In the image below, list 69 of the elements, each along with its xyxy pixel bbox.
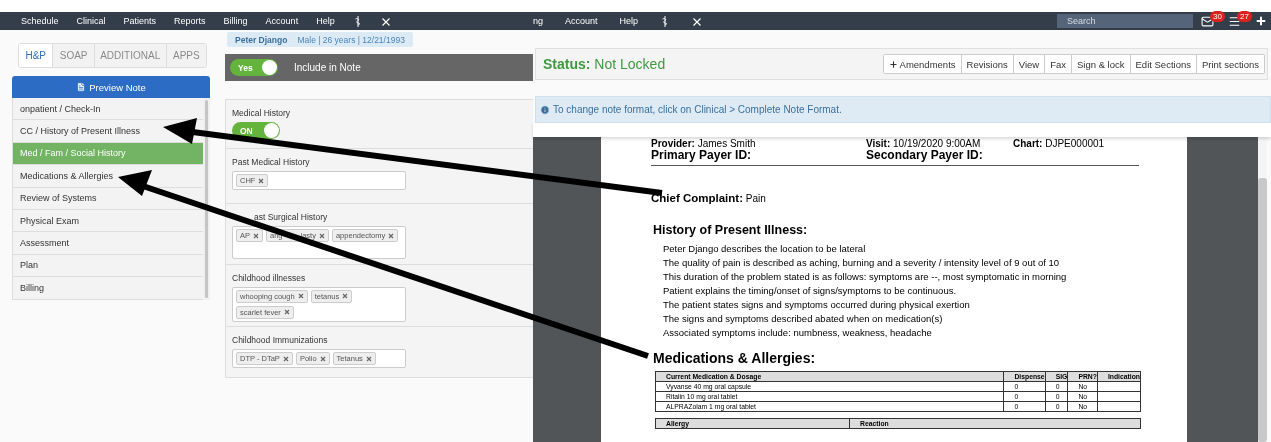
nav-link[interactable]: Account (565, 16, 598, 26)
note-line: The quality of pain is described as aching, burning and a severity / intensity level of 9 out of 10 (663, 256, 1061, 270)
header-field: Secondary Payer ID: (866, 149, 1013, 161)
status-text: Status: Not Locked (543, 56, 666, 72)
info-text: To change note format, click on Clinical > Complete Note Format. (553, 104, 842, 115)
section-heading: Medications & Allergies: (653, 350, 817, 366)
close-icon[interactable] (692, 15, 703, 27)
table-cell (1097, 381, 1141, 392)
preview-note-button[interactable]: Preview Note (12, 76, 210, 98)
remove-icon[interactable] (342, 293, 349, 300)
list-count: 27 (1237, 10, 1252, 22)
section-item[interactable]: Billing (13, 277, 203, 300)
note-line: Associated symptoms include: numbness, weakness, headache (663, 326, 933, 340)
section-item[interactable]: Medications & Allergies (13, 165, 203, 188)
plus-icon (888, 59, 898, 69)
nav-link[interactable]: Help (316, 16, 335, 26)
section-item[interactable]: Assessment (13, 232, 203, 255)
header-field: Primary Payer ID: (651, 149, 866, 161)
info-icon (540, 104, 550, 115)
nav-link[interactable]: Account (265, 16, 299, 26)
nav-link[interactable]: Schedule (21, 16, 59, 26)
remove-icon[interactable] (319, 355, 326, 362)
mail-icon[interactable] (1201, 14, 1214, 28)
note-line: Peter Django describes the location to be lateral (663, 242, 867, 256)
search-field[interactable]: Search (1057, 14, 1193, 28)
mail-count: 30 (1210, 10, 1225, 22)
remove-icon[interactable] (258, 177, 265, 184)
nav-link[interactable]: Clinical (76, 16, 106, 26)
table-cell (1097, 391, 1141, 402)
remove-icon[interactable] (297, 293, 304, 300)
nav-link[interactable]: Patients (123, 16, 157, 26)
note-line: This duration of the problem stated is as follows: symptoms are --, most symptomatic in morning (663, 270, 1068, 284)
field-label: Childhood illnesses (232, 272, 306, 283)
header-field: Chart: DJPE000001 (1013, 139, 1139, 149)
include-label: Include in Note (294, 62, 361, 73)
remove-icon[interactable] (282, 355, 289, 362)
remove-icon[interactable] (253, 232, 259, 239)
menu-icon[interactable] (1228, 14, 1241, 28)
header-field: Visit: 10/19/2020 9:00AM (866, 139, 1013, 149)
section-item[interactable]: Physical Exam (13, 209, 203, 233)
document-icon (76, 82, 87, 92)
note-line: The patient states signs and symptoms occurred during physical exertion (663, 298, 971, 312)
field-label: Childhood Immunizations (232, 335, 328, 345)
field-label: Past Medical History (232, 157, 310, 167)
field-label: Medical History (232, 108, 291, 118)
section-heading: History of Present Illness: (653, 223, 809, 237)
remove-icon[interactable] (388, 232, 395, 239)
field-label: ast Surgical History (254, 212, 328, 222)
tab[interactable]: H&P (19, 44, 54, 67)
plus-icon[interactable] (1255, 15, 1267, 27)
table-cell (1097, 401, 1141, 412)
patient-name: Peter Django (235, 34, 288, 45)
remove-icon[interactable] (365, 355, 372, 362)
close-icon[interactable] (380, 15, 391, 27)
section-item[interactable]: Plan (13, 254, 203, 278)
section-item[interactable]: onpatient / Check-In (13, 98, 203, 121)
nav-link[interactable]: Billing (223, 16, 248, 26)
header-field: Provider: James Smith (651, 139, 866, 149)
nav-link[interactable]: ng (533, 16, 543, 26)
remove-icon[interactable] (283, 309, 290, 316)
note-line: The signs and symptoms described abated when on medication(s) (663, 312, 944, 326)
note-line: Patient explains the timing/onset of signs/symptoms to be continuous. (663, 284, 958, 298)
chief-complaint: Chief Complaint: Pain (651, 192, 767, 204)
patient-details: Male | 26 years | 12/21/1993 (297, 34, 405, 45)
nav-link[interactable]: Help (619, 16, 639, 26)
nav-link[interactable]: Reports (174, 16, 206, 26)
remove-icon[interactable] (318, 232, 325, 239)
staff-icon[interactable] (352, 15, 363, 27)
action-button[interactable]: Amendments (883, 55, 962, 73)
